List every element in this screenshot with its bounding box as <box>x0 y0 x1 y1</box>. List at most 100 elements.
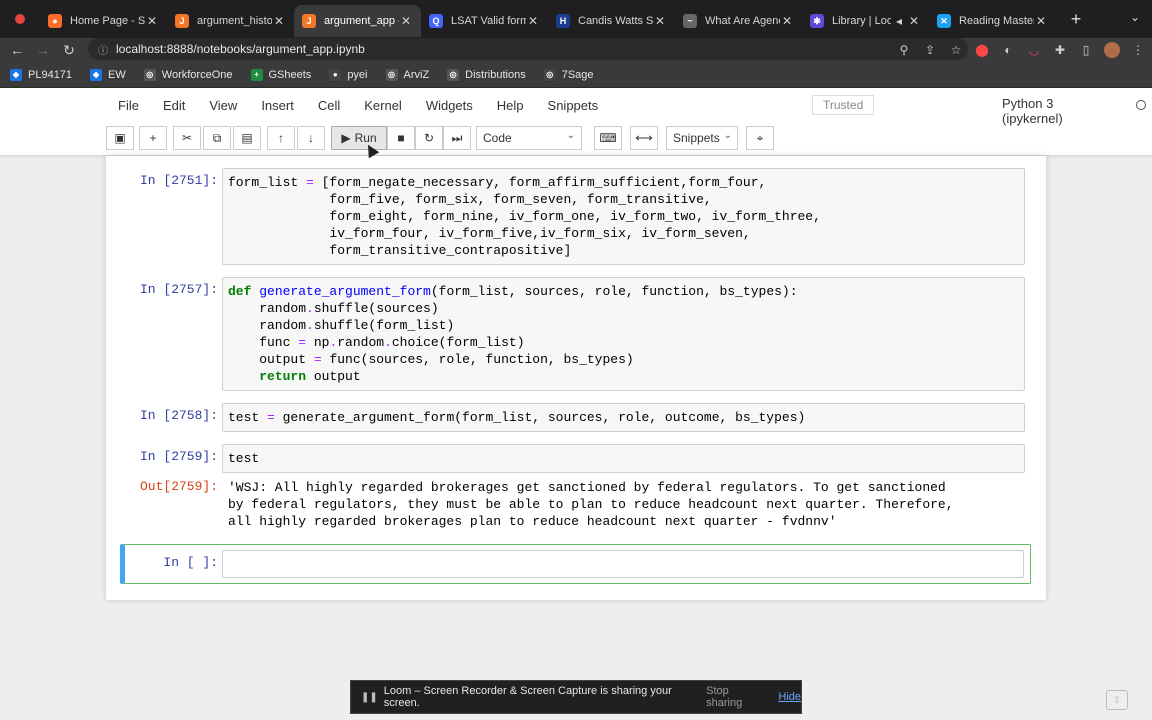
close-window-dot[interactable] <box>15 14 25 24</box>
close-icon[interactable]: ✕ <box>1034 14 1048 28</box>
cut-icon[interactable]: ✂ <box>173 126 201 150</box>
jupyter-icon: J <box>302 14 316 28</box>
close-icon[interactable]: ✕ <box>399 14 413 28</box>
tab-reading-mastery[interactable]: ✕ Reading Mastery ✕ <box>929 5 1056 37</box>
kebab-menu-icon[interactable]: ⋮ <box>1130 43 1146 57</box>
stop-icon[interactable]: ■ <box>387 126 415 150</box>
output-area: Out[2759]: 'WSJ: All highly regarded bro… <box>106 474 1046 536</box>
code-cell[interactable]: In [2758]: test = generate_argument_form… <box>106 403 1046 432</box>
bookmark-arviz[interactable]: ◎ ArviZ <box>385 68 430 81</box>
tab-what-are-agency[interactable]: ~ What Are Agency ✕ <box>675 5 802 37</box>
close-icon[interactable]: ✕ <box>526 14 540 28</box>
stop-sharing-button[interactable]: Stop sharing <box>706 685 764 709</box>
kernel-status-indicator <box>1136 100 1146 110</box>
cell-type-select[interactable]: Code ⌄ <box>476 126 582 150</box>
menu-view[interactable]: View <box>197 98 249 113</box>
cell-input[interactable]: form_list = [form_negate_necessary, form… <box>222 168 1025 265</box>
save-icon[interactable]: ▣ <box>106 126 134 150</box>
menu-edit[interactable]: Edit <box>151 98 197 113</box>
menu-snippets[interactable]: Snippets <box>536 98 611 113</box>
tab-argument-app[interactable]: J argument_app - ✕ <box>294 5 421 37</box>
bookmark-pl94171[interactable]: ◆ PL94171 <box>10 68 72 81</box>
reload-icon[interactable]: ↻ <box>56 42 82 59</box>
jupyter-icon: J <box>175 14 189 28</box>
bookmark-label: GSheets <box>268 68 312 81</box>
cell-code[interactable]: def generate_argument_form(form_list, so… <box>223 278 1024 390</box>
menu-cell[interactable]: Cell <box>306 98 352 113</box>
dark-mode-icon[interactable]: ◐ <box>1000 43 1016 57</box>
code-cell[interactable]: In [2759]: test <box>106 444 1046 473</box>
hide-button[interactable]: Hide <box>778 691 801 703</box>
cell-code[interactable]: form_list = [form_negate_necessary, form… <box>223 169 1024 264</box>
kernel-name[interactable]: Python 3 (ipykernel) <box>1002 96 1063 126</box>
cell-input[interactable]: test = generate_argument_form(form_list,… <box>222 403 1025 432</box>
trusted-badge[interactable]: Trusted <box>812 95 875 115</box>
address-bar[interactable]: ⓘ localhost:8888/notebooks/argument_app.… <box>88 38 968 60</box>
forward-arrow-icon[interactable]: → <box>30 42 56 58</box>
move-up-arrow-icon[interactable]: ↑ <box>267 126 295 150</box>
cell-code[interactable]: test <box>223 445 1024 472</box>
menu-insert[interactable]: Insert <box>249 98 306 113</box>
bookmark-gsheets[interactable]: + GSheets <box>250 68 312 81</box>
loom-record-icon[interactable]: ⬤ <box>974 43 990 57</box>
restart-icon[interactable]: ↻ <box>415 126 443 150</box>
toggle-width-icon[interactable]: ⟷ <box>630 126 658 150</box>
pocket-icon[interactable]: ◡ <box>1026 43 1042 57</box>
share-icon[interactable]: ⇪ <box>922 43 938 57</box>
crosshair-icon[interactable]: ⌖ <box>746 126 774 150</box>
sidebar-icon[interactable]: ▯ <box>1078 43 1094 57</box>
insert-cell-plus-icon[interactable]: + <box>139 126 167 150</box>
tab-home-page[interactable]: ● Home Page - Se ✕ <box>40 5 167 37</box>
bookmark-label: pyei <box>347 68 368 81</box>
bookmark-pyei[interactable]: ● pyei <box>329 68 368 81</box>
extensions-puzzle-icon[interactable]: ✚ <box>1052 43 1068 57</box>
close-icon[interactable]: ✕ <box>653 14 667 28</box>
menu-widgets[interactable]: Widgets <box>414 98 485 113</box>
info-icon[interactable]: ⓘ <box>98 42 108 57</box>
tab-argument-history[interactable]: J argument_histor ✕ <box>167 5 294 37</box>
cell-input[interactable]: def generate_argument_form(form_list, so… <box>222 277 1025 391</box>
bookmark-label: ArviZ <box>403 68 430 81</box>
new-tab-plus-icon[interactable]: + <box>1064 9 1088 30</box>
close-icon[interactable]: ✕ <box>907 14 921 28</box>
fast-forward-icon[interactable]: ⏭ <box>443 126 471 150</box>
paste-icon[interactable]: ▤ <box>233 126 261 150</box>
bookmark-7sage[interactable]: ◎ 7Sage <box>543 68 594 81</box>
menu-help[interactable]: Help <box>485 98 536 113</box>
cell-input[interactable]: test <box>222 444 1025 473</box>
code-cell[interactable]: In [2757]: def generate_argument_form(fo… <box>106 277 1046 391</box>
close-icon[interactable]: ✕ <box>145 14 159 28</box>
run-button[interactable]: ▶ Run <box>331 126 387 150</box>
selected-empty-cell[interactable]: In [ ]: <box>120 544 1031 584</box>
star-icon[interactable]: ☆ <box>948 43 964 57</box>
screen-share-icon[interactable]: ⇧ <box>1106 690 1128 710</box>
profile-avatar[interactable] <box>1104 42 1120 58</box>
firefox-icon: ● <box>48 14 62 28</box>
tab-title: Library | Loo <box>832 15 891 27</box>
cell-input[interactable] <box>222 550 1024 578</box>
search-icon: Q <box>429 14 443 28</box>
tab-candis-watts[interactable]: H Candis Watts Sm ✕ <box>548 5 675 37</box>
tab-library[interactable]: ✱ Library | Loo ◂ ✕ <box>802 5 929 37</box>
copy-icon[interactable]: ⧉ <box>203 126 231 150</box>
move-down-arrow-icon[interactable]: ↓ <box>297 126 325 150</box>
close-icon[interactable]: ✕ <box>780 14 794 28</box>
bookmark-distributions[interactable]: ◎ Distributions <box>447 68 526 81</box>
tab-lsat-valid-form[interactable]: Q LSAT Valid form : ✕ <box>421 5 548 37</box>
bookmark-workforceone[interactable]: ◎ WorkforceOne <box>143 68 233 81</box>
globe-icon: ◎ <box>447 68 460 81</box>
snippets-select[interactable]: Snippets ⌄ <box>666 126 738 150</box>
menu-file[interactable]: File <box>106 98 151 113</box>
pause-icon[interactable]: ❚❚ <box>361 692 378 703</box>
cell-code[interactable]: test = generate_argument_form(form_list,… <box>223 404 1024 431</box>
back-arrow-icon[interactable]: ← <box>4 42 30 58</box>
menu-kernel[interactable]: Kernel <box>352 98 414 113</box>
speaker-icon[interactable]: ◂ <box>891 14 907 28</box>
zoom-icon[interactable]: ⚲ <box>896 43 912 57</box>
code-cell[interactable]: In [2751]: form_list = [form_negate_nece… <box>106 168 1046 265</box>
bookmark-ew[interactable]: ◆ EW <box>90 68 126 81</box>
chevron-down-icon[interactable]: ⌄ <box>1130 10 1140 24</box>
browser-nav-bar: ← → ↻ ⓘ localhost:8888/notebooks/argumen… <box>0 38 1152 62</box>
close-icon[interactable]: ✕ <box>272 14 286 28</box>
keyboard-icon[interactable]: ⌨ <box>594 126 622 150</box>
